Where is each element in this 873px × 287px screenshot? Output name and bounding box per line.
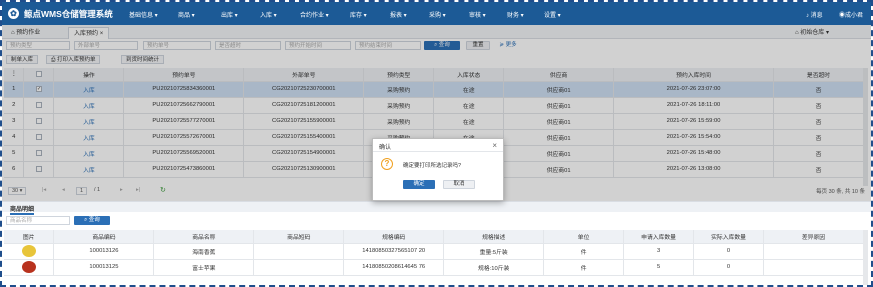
fruit-image (21, 245, 36, 257)
goods-name-input[interactable]: 商品名称 (6, 216, 70, 225)
question-icon: ? (381, 158, 393, 170)
dialog-cancel-button[interactable]: 取消 (443, 180, 475, 189)
table-row[interactable]: 100013126 海南香蕉 14180850327565107 20 重量:5斤装件… (4, 243, 864, 260)
menu-report[interactable]: 报表 ▾ (390, 10, 407, 19)
dialog-message: 确定要打印所选记录吗? (403, 163, 462, 169)
fruit-image (21, 261, 36, 273)
tab-goods-detail[interactable]: 商品明细 (10, 204, 35, 215)
user-name: 成小君 (845, 13, 864, 19)
menu-settings[interactable]: 设置 ▾ (544, 10, 561, 19)
column-header[interactable]: 差异原因 (763, 230, 864, 244)
column-header[interactable]: 规格描述 (443, 230, 545, 244)
menu-finance[interactable]: 财务 ▾ (507, 10, 524, 19)
menu-goods[interactable]: 商品 ▾ (178, 10, 195, 19)
goods-image (4, 243, 55, 260)
goods-spec: 14180850327565107 20 (343, 243, 445, 260)
column-header[interactable]: 商品名称 (153, 230, 255, 244)
goods-reason (763, 259, 864, 276)
column-header[interactable]: 商品编码 (53, 230, 155, 244)
column-header[interactable]: 规格编码 (343, 230, 445, 244)
top-nav-bar: ✿ 鲸点WMS仓储管理系统 基础信息 ▾ 商品 ▾ 出库 ▾ 入库 ▾ 合约作业… (2, 2, 871, 25)
confirm-dialog: 确认 × ? 确定要打印所选记录吗? 确定 取消 (372, 138, 504, 201)
column-header: 图片 (4, 230, 55, 244)
menu-purchase[interactable]: 采购 ▾ (429, 10, 446, 19)
close-icon[interactable]: × (492, 141, 497, 150)
app-title: 鲸点WMS仓储管理系统 (24, 9, 113, 19)
goods-spec: 14180850208614645 76 (343, 259, 445, 276)
app-window: ✿ 鲸点WMS仓储管理系统 基础信息 ▾ 商品 ▾ 出库 ▾ 入库 ▾ 合约作业… (0, 0, 873, 287)
goods-reason (763, 243, 864, 260)
goods-image (4, 259, 55, 276)
goods-actual: 0 (693, 243, 765, 260)
goods-short (253, 243, 345, 260)
goods-detail-table: 图片 商品编码 商品名称 商品短码 规格编码 规格描述 单位 申请入库数量 实际… (4, 230, 864, 276)
menu-inbound[interactable]: 入库 ▾ (260, 10, 277, 19)
detail-scrollbar[interactable] (863, 230, 868, 285)
user-menu[interactable]: ◉成小君 (839, 10, 863, 19)
dialog-title: 确认 (379, 145, 392, 151)
goods-apply: 3 (623, 243, 695, 260)
column-header[interactable]: 实际入库数量 (693, 230, 765, 244)
menu-contract[interactable]: 合约作业 ▾ (300, 10, 329, 19)
goods-unit: 件 (543, 259, 625, 276)
goods-name: 海南香蕉 (153, 243, 255, 260)
goods-short (253, 259, 345, 276)
menu-audit[interactable]: 审核 ▾ (469, 10, 486, 19)
column-header[interactable]: 商品短码 (253, 230, 345, 244)
bell-icon: ♪ (806, 13, 809, 19)
detail-search-label: 查询 (88, 217, 100, 223)
dialog-header: 确认 × (373, 139, 503, 152)
menu-basic[interactable]: 基础信息 ▾ (129, 10, 158, 19)
column-header[interactable]: 申请入库数量 (623, 230, 695, 244)
goods-desc: 重量:5斤装 (443, 243, 545, 260)
menu-stock[interactable]: 库存 ▾ (350, 10, 367, 19)
search-icon: ⌕ (84, 217, 88, 223)
goods-name: 富士苹果 (153, 259, 255, 276)
goods-unit: 件 (543, 243, 625, 260)
goods-apply: 5 (623, 259, 695, 276)
goods-actual: 0 (693, 259, 765, 276)
goods-code: 100013126 (53, 243, 155, 260)
message-label: 消息 (810, 13, 823, 19)
app-logo-icon: ✿ (8, 8, 19, 19)
column-header[interactable]: 单位 (543, 230, 625, 244)
table-header: 图片 商品编码 商品名称 商品短码 规格编码 规格描述 单位 申请入库数量 实际… (4, 230, 864, 244)
message-button[interactable]: ♪ 消息 (806, 10, 823, 19)
detail-section-header: 商品明细 (2, 201, 871, 215)
detail-search-button[interactable]: ⌕ 查询 (74, 216, 110, 225)
menu-outbound[interactable]: 出库 ▾ (221, 10, 238, 19)
goods-desc: 规格:10斤装 (443, 259, 545, 276)
goods-code: 100013125 (53, 259, 155, 276)
dialog-ok-button[interactable]: 确定 (403, 180, 435, 189)
table-row[interactable]: 100013125 富士苹果 14180850208614645 76 规格:10斤装… (4, 259, 864, 276)
